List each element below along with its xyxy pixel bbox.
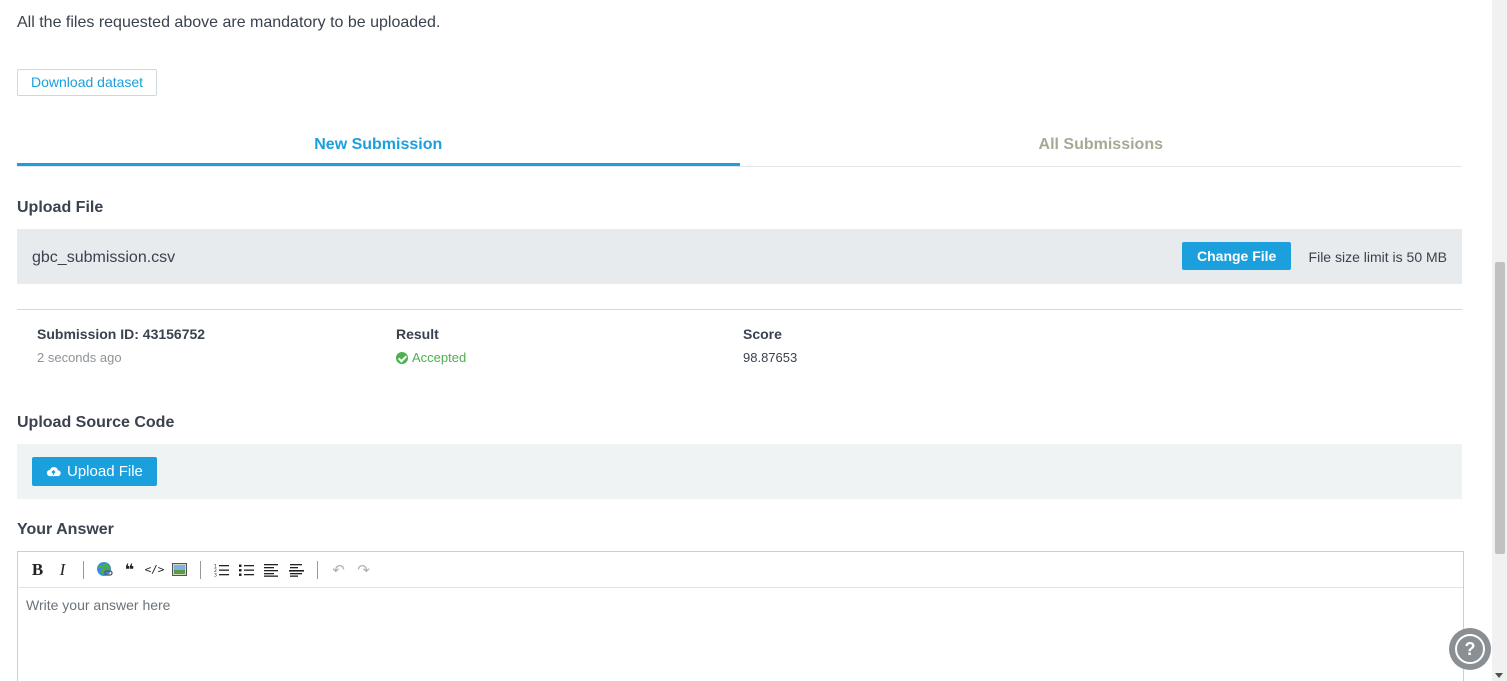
toolbar-separator bbox=[200, 560, 201, 579]
heading-button[interactable] bbox=[259, 558, 284, 582]
upload-source-code-title: Upload Source Code bbox=[17, 414, 175, 431]
file-upload-bar: gbc_submission.csv Change File File size… bbox=[17, 229, 1462, 284]
answer-input[interactable]: Write your answer here bbox=[18, 588, 1463, 622]
globe-link-icon bbox=[97, 562, 113, 576]
uploaded-file-name: gbc_submission.csv bbox=[32, 249, 176, 266]
cloud-upload-icon bbox=[46, 467, 61, 477]
undo-button[interactable]: ↶ bbox=[326, 558, 351, 582]
svg-text:3: 3 bbox=[214, 572, 217, 577]
quote-button[interactable]: ❝ bbox=[117, 558, 142, 582]
image-icon bbox=[172, 563, 187, 576]
numbered-list-button[interactable]: 1 2 3 bbox=[209, 558, 234, 582]
upload-file-title: Upload File bbox=[17, 199, 104, 216]
bold-button[interactable]: B bbox=[25, 558, 50, 582]
redo-button[interactable]: ↷ bbox=[351, 558, 376, 582]
editor-toolbar: B I ❝ </> 1 2 3 ↶ ↷ bbox=[18, 552, 1463, 588]
submission-tabs: New Submission All Submissions bbox=[17, 125, 1462, 167]
score-column: Score 98.87653 bbox=[743, 326, 797, 365]
code-icon: </> bbox=[144, 563, 165, 576]
tab-all-submissions[interactable]: All Submissions bbox=[740, 125, 1463, 166]
link-button[interactable] bbox=[92, 558, 117, 582]
upload-source-button[interactable]: Upload File bbox=[32, 457, 157, 486]
source-upload-bar: Upload File bbox=[17, 444, 1462, 499]
result-column: Result Accepted bbox=[396, 326, 466, 365]
your-answer-title: Your Answer bbox=[17, 521, 114, 538]
scrollbar-thumb[interactable] bbox=[1495, 262, 1505, 554]
check-circle-icon bbox=[396, 351, 408, 364]
bulleted-list-icon bbox=[239, 564, 254, 576]
answer-editor: B I ❝ </> 1 2 3 ↶ ↷ Write your answer he… bbox=[17, 551, 1464, 681]
italic-button[interactable]: I bbox=[50, 558, 75, 582]
mandatory-notice: All the files requested above are mandat… bbox=[17, 14, 441, 31]
tab-new-submission[interactable]: New Submission bbox=[17, 125, 740, 166]
toolbar-separator bbox=[83, 560, 84, 579]
image-button[interactable] bbox=[167, 558, 192, 582]
quote-icon: ❝ bbox=[124, 561, 135, 579]
horizontal-rule-button[interactable] bbox=[284, 558, 309, 582]
toolbar-separator bbox=[317, 560, 318, 579]
file-size-limit: File size limit is 50 MB bbox=[1308, 249, 1447, 265]
divider bbox=[17, 309, 1462, 310]
change-file-button[interactable]: Change File bbox=[1182, 242, 1292, 270]
download-dataset-button[interactable]: Download dataset bbox=[17, 69, 158, 96]
scroll-down-arrow-icon[interactable] bbox=[1495, 673, 1503, 678]
help-button[interactable]: ? bbox=[1449, 628, 1491, 670]
submission-time: 2 seconds ago bbox=[37, 350, 122, 365]
submission-id-column: Submission ID: 43156752 2 seconds ago bbox=[37, 326, 205, 365]
result-value: Accepted bbox=[412, 350, 467, 365]
result-status: Accepted bbox=[396, 350, 466, 365]
page-scrollbar[interactable] bbox=[1492, 0, 1507, 681]
question-icon: ? bbox=[1455, 634, 1485, 664]
submission-id: Submission ID: 43156752 bbox=[37, 326, 206, 342]
horizontal-rule-icon bbox=[289, 563, 304, 577]
upload-source-label: Upload File bbox=[67, 463, 143, 480]
numbered-list-icon: 1 2 3 bbox=[214, 563, 229, 577]
code-button[interactable]: </> bbox=[142, 558, 167, 582]
score-label: Score bbox=[743, 326, 782, 342]
score-value: 98.87653 bbox=[743, 350, 798, 365]
heading-icon bbox=[264, 563, 278, 577]
result-label: Result bbox=[396, 326, 439, 342]
bulleted-list-button[interactable] bbox=[234, 558, 259, 582]
